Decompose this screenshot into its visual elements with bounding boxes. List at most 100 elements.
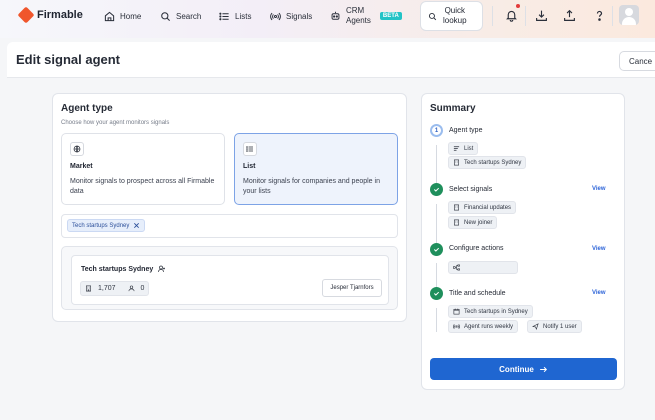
summary-chip-label: New joiner (464, 219, 493, 226)
notifications-button[interactable] (500, 4, 522, 26)
summary-chip: Tech startups Sydney (448, 156, 527, 169)
summary-chip-label: List (464, 145, 474, 152)
quick-lookup-line1: Quick (444, 6, 466, 15)
building-icon (454, 204, 459, 211)
summary-chip: Agent runs weekly (448, 320, 519, 333)
search-icon (161, 11, 170, 21)
summary-chip-label: Agent runs weekly (464, 323, 514, 330)
agent-type-option-list[interactable]: List Monitor signals for companies and p… (234, 133, 398, 205)
check-icon (433, 187, 440, 192)
nav-crm-agents[interactable]: CRM Agents BETA (330, 0, 402, 32)
option-icon-box (243, 142, 257, 156)
summary-chip: Tech startups in Sydney (448, 305, 533, 318)
divider (492, 6, 493, 26)
continue-button[interactable]: Continue (430, 358, 617, 380)
user-icon (158, 265, 166, 273)
page-header: Edit signal agent Cance (7, 42, 655, 78)
list-card[interactable]: Tech startups Sydney 1,707 0 Jesper Tjar… (71, 255, 389, 305)
list-icon (219, 12, 229, 20)
step-title-title-schedule: Title and schedule (449, 290, 506, 297)
agent-icon (331, 11, 340, 20)
page-title: Edit signal agent (16, 52, 121, 67)
list-stats: 1,707 0 (80, 281, 150, 296)
signals-icon (270, 12, 281, 20)
download-button[interactable] (530, 4, 552, 26)
nav-lists-label: Lists (235, 11, 252, 21)
step-2-indicator (430, 183, 443, 196)
signals-icon (453, 324, 460, 329)
question-icon (596, 10, 602, 21)
people-count: 0 (140, 285, 145, 292)
top-navigation-bar: Firmable Home Search Lists Signals CRM Ag… (0, 0, 655, 38)
summary-title: Summary (430, 103, 476, 114)
view-configure-actions-link[interactable]: View (592, 246, 606, 252)
nav-search[interactable]: Search (160, 0, 201, 32)
divider (525, 6, 526, 26)
nav-lists[interactable]: Lists (219, 0, 251, 32)
home-icon (104, 11, 115, 21)
divider (612, 6, 613, 26)
step-1-indicator: 1 (430, 124, 443, 137)
summary-card: Summary 1 Agent type List Tech startups … (421, 93, 625, 390)
quick-lookup-button[interactable]: Quick lookup (420, 1, 483, 31)
quick-lookup-line2: lookup (443, 16, 467, 25)
continue-label: Continue (499, 364, 534, 374)
step-connector (436, 308, 437, 332)
arrow-right-icon (539, 366, 547, 372)
summary-chip-label: Tech startups Sydney (464, 159, 522, 166)
step-title-configure-actions: Configure actions (449, 245, 504, 252)
summary-chip: New joiner (448, 216, 498, 229)
firmable-logo[interactable]: Firmable (17, 6, 83, 24)
selected-list-tag-label: Tech startups Sydney (72, 222, 130, 229)
owner-name: Jesper Tjarnfors (330, 285, 374, 291)
download-icon (535, 10, 547, 21)
user-avatar[interactable] (619, 5, 639, 25)
summary-chip (448, 261, 518, 274)
beta-badge: BETA (379, 12, 402, 20)
person-icon (128, 285, 134, 292)
summary-chip-label: Financial updates (464, 204, 512, 211)
step-title-select-signals: Select signals (449, 186, 493, 193)
search-icon (428, 12, 437, 20)
nav-crm-agents-label: CRM Agents (346, 6, 371, 26)
nav-crm-label-line1: CRM (346, 6, 365, 15)
agent-type-subtitle: Choose how your agent monitors signals (61, 120, 170, 126)
step-connector (436, 145, 437, 183)
summary-chip: Financial updates (448, 201, 517, 214)
calendar-icon (453, 308, 460, 315)
option-title: Market (70, 163, 93, 170)
nav-home[interactable]: Home (104, 0, 141, 32)
send-icon (532, 323, 539, 330)
agent-type-title: Agent type (61, 103, 113, 114)
app-name: Firmable (37, 9, 83, 21)
list-card-header: Tech startups Sydney (81, 265, 166, 273)
summary-chip-label: Tech startups in Sydney (464, 308, 528, 315)
list-name: Tech startups Sydney (81, 265, 154, 273)
summary-chip: Notify 1 user (527, 320, 582, 333)
summary-chip-label: Notify 1 user (543, 323, 577, 330)
close-icon[interactable] (133, 222, 140, 229)
agent-type-option-market[interactable]: Market Monitor signals to prospect acros… (61, 133, 225, 205)
view-select-signals-link[interactable]: View (592, 186, 606, 192)
check-icon (433, 291, 440, 296)
building-icon (454, 219, 459, 226)
help-button[interactable] (588, 4, 610, 26)
option-description: Monitor signals to prospect across all F… (70, 178, 215, 195)
step-3-indicator (430, 243, 443, 256)
selected-list-tag: Tech startups Sydney (67, 219, 146, 232)
view-title-schedule-link[interactable]: View (592, 290, 606, 296)
cancel-button[interactable]: Cance (619, 51, 655, 71)
agent-type-card: Agent type Choose how your agent monitor… (52, 93, 407, 322)
upload-button[interactable] (558, 4, 580, 26)
globe-icon (73, 145, 81, 153)
step-connector (436, 204, 437, 243)
workflow-icon (453, 264, 460, 271)
list-selector-field[interactable]: Tech startups Sydney (61, 214, 398, 238)
list-icon (453, 146, 460, 151)
nav-signals[interactable]: Signals (270, 0, 312, 32)
nav-search-label: Search (176, 11, 202, 21)
step-4-indicator (430, 287, 443, 300)
option-icon-box (70, 142, 84, 156)
nav-home-label: Home (120, 11, 142, 21)
notification-bell-icon (505, 10, 517, 22)
